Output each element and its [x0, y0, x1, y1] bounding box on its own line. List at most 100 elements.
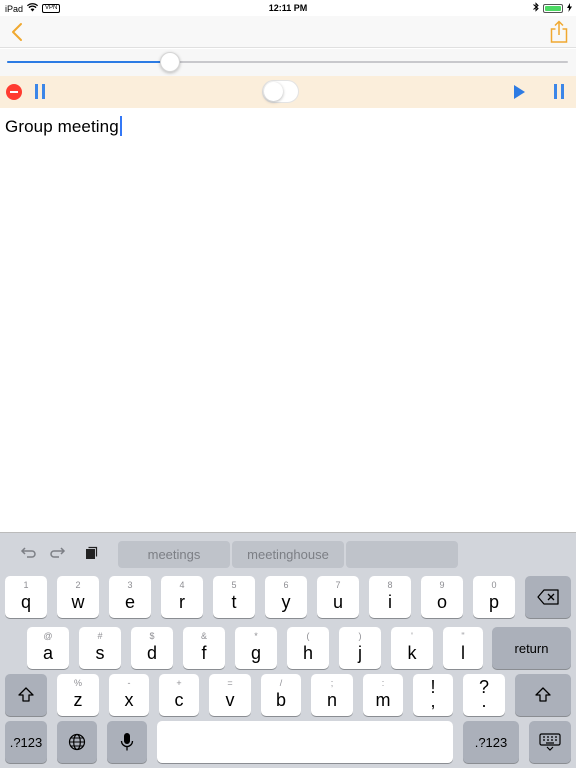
playback-scrubber[interactable] — [0, 49, 576, 76]
numbers-key-right[interactable]: .?123 — [463, 721, 519, 763]
delete-key[interactable] — [525, 576, 571, 618]
key-alt: % — [73, 678, 82, 688]
pause-icon[interactable] — [553, 84, 565, 99]
key-question[interactable]: ? . — [463, 674, 505, 716]
key-y[interactable]: 6y — [265, 576, 307, 618]
key-g[interactable]: * g — [235, 627, 277, 669]
key-f[interactable]: & f — [183, 627, 225, 669]
numbers-key-left[interactable]: .?123 — [5, 721, 47, 763]
key-c[interactable]: + c — [159, 674, 199, 716]
key-label: p — [488, 592, 499, 612]
key-o[interactable]: 9o — [421, 576, 463, 618]
key-alt: ' — [411, 631, 413, 641]
key-alt: , — [430, 691, 436, 711]
key-label: w — [71, 592, 85, 612]
key-alt: 4 — [179, 580, 185, 590]
globe-key[interactable] — [57, 721, 97, 763]
key-alt: * — [254, 631, 258, 641]
space-key[interactable] — [157, 721, 453, 763]
numbers-label: .?123 — [9, 735, 43, 750]
dismiss-keyboard-key[interactable] — [529, 721, 571, 763]
pause-icon[interactable] — [34, 84, 46, 99]
key-label: f — [201, 643, 207, 663]
key-n[interactable]: ; n — [311, 674, 353, 716]
share-icon — [550, 20, 568, 43]
key-alt: 8 — [387, 580, 393, 590]
key-v[interactable]: = v — [209, 674, 251, 716]
key-alt: 5 — [231, 580, 237, 590]
key-h[interactable]: (h — [287, 627, 329, 669]
key-label: k — [407, 643, 417, 663]
key-d[interactable]: $ d — [131, 627, 173, 669]
charging-icon — [567, 2, 572, 14]
key-e[interactable]: 3e — [109, 576, 151, 618]
shift-key-right[interactable] — [515, 674, 571, 716]
key-b[interactable]: / b — [261, 674, 301, 716]
play-icon[interactable] — [514, 85, 525, 99]
key-a[interactable]: @ a — [27, 627, 69, 669]
key-alt: ) — [358, 631, 362, 641]
key-label: e — [124, 592, 135, 612]
key-alt: = — [227, 678, 233, 688]
undo-icon[interactable] — [18, 544, 36, 562]
redo-icon[interactable] — [50, 544, 68, 562]
key-alt: - — [127, 678, 131, 688]
share-button[interactable] — [550, 20, 568, 44]
key-z[interactable]: % z — [57, 674, 99, 716]
key-r[interactable]: 4r — [161, 576, 203, 618]
key-label: h — [302, 643, 313, 663]
key-label: d — [146, 643, 157, 663]
shift-icon — [535, 687, 551, 702]
status-right — [533, 2, 572, 14]
screen: iPad VPN 12:11 PM Group meeting meetings… — [0, 0, 576, 768]
key-label: o — [436, 592, 447, 612]
key-s[interactable]: # s — [79, 627, 121, 669]
key-label: j — [358, 643, 362, 663]
key-label: y — [281, 592, 291, 612]
key-l[interactable]: " l — [443, 627, 483, 669]
scrubber-progress — [7, 61, 170, 63]
backspace-icon — [537, 589, 559, 605]
back-button[interactable] — [8, 21, 28, 43]
key-label: r — [179, 592, 185, 612]
key-label: b — [275, 690, 286, 710]
key-p[interactable]: 0p — [473, 576, 515, 618]
note-text[interactable]: Group meeting — [5, 116, 122, 137]
key-label: t — [231, 592, 237, 612]
text-caret — [119, 116, 122, 136]
scrubber-thumb[interactable] — [159, 52, 180, 72]
suggestion-1[interactable]: meetings — [118, 541, 230, 568]
clock: 12:11 PM — [268, 3, 308, 13]
suggestion-2[interactable]: meetinghouse — [232, 541, 344, 568]
note-text-area[interactable]: Group meeting — [0, 108, 576, 532]
toggle-switch[interactable] — [262, 80, 299, 103]
suggestion-3[interactable] — [346, 541, 458, 568]
keyboard: meetings meetinghouse 1q 2w 3e 4r 5t 6y … — [0, 532, 576, 768]
numbers-label: .?123 — [474, 735, 508, 750]
key-k[interactable]: ' k — [391, 627, 433, 669]
dictation-key[interactable] — [107, 721, 147, 763]
key-label: i — [388, 592, 392, 612]
shift-key-left[interactable] — [5, 674, 47, 716]
key-exclamation[interactable]: ! , — [413, 674, 453, 716]
key-alt: ( — [306, 631, 310, 641]
return-key[interactable]: return — [492, 627, 571, 669]
scrubber-track[interactable] — [7, 52, 568, 72]
status-bar: iPad VPN 12:11 PM — [0, 0, 576, 16]
key-j[interactable]: ) j — [339, 627, 381, 669]
globe-icon — [68, 733, 86, 751]
predictive-bar: meetings meetinghouse — [0, 533, 576, 573]
key-t[interactable]: 5t — [213, 576, 255, 618]
key-x[interactable]: -x — [109, 674, 149, 716]
key-i[interactable]: 8i — [369, 576, 411, 618]
key-alt: # — [97, 631, 103, 641]
remove-icon[interactable] — [6, 84, 22, 100]
paste-icon[interactable] — [82, 544, 100, 562]
key-q[interactable]: 1q — [5, 576, 47, 618]
key-w[interactable]: 2w — [57, 576, 99, 618]
key-alt: 7 — [335, 580, 341, 590]
key-alt: 0 — [491, 580, 497, 590]
control-bar — [0, 76, 576, 108]
key-m[interactable]: :m — [363, 674, 403, 716]
key-u[interactable]: 7u — [317, 576, 359, 618]
